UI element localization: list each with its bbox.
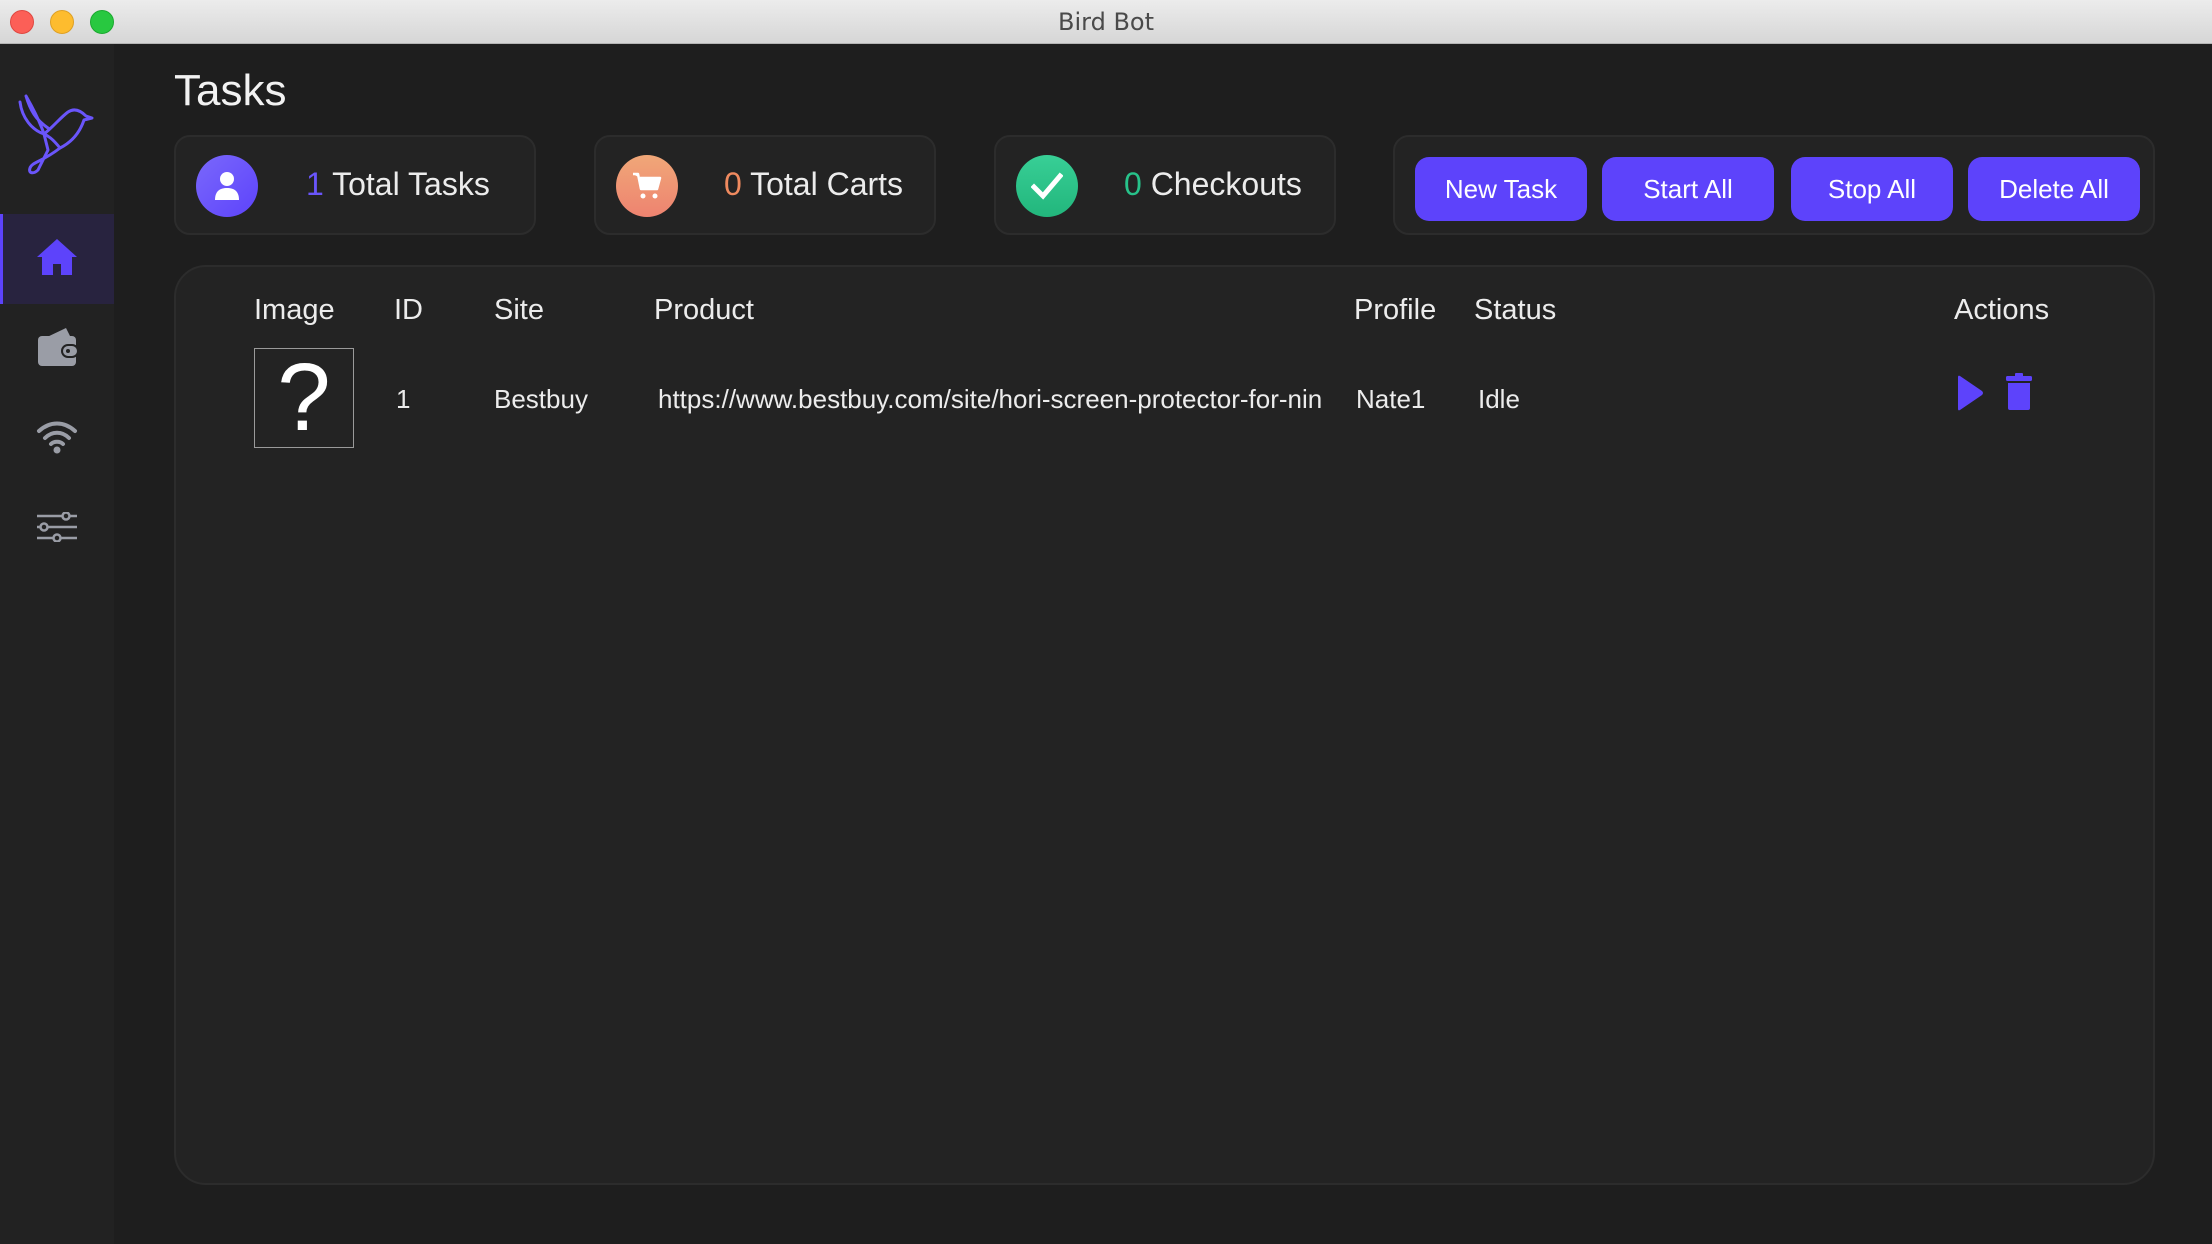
home-icon [36,237,78,282]
total-carts-stat: 0 Total Carts [724,166,903,203]
task-status: Idle [1478,384,1520,414]
play-icon [1956,375,1984,415]
task-actions-panel: New Task Start All Stop All Delete All [1393,135,2155,235]
delete-task-button[interactable] [2006,373,2032,416]
window-title: Bird Bot [1058,8,1154,36]
checkouts-count: 0 [1124,166,1142,202]
column-header-actions: Actions [1954,294,2050,326]
user-icon [196,155,258,217]
delete-all-button[interactable]: Delete All [1968,157,2140,221]
wallet-icon [36,326,79,373]
column-header-image: Image [254,294,335,326]
new-task-button[interactable]: New Task [1415,157,1587,221]
question-mark-icon: ? [277,344,331,451]
trash-icon [2006,373,2032,415]
task-product-url: https://www.bestbuy.com/site/hori-screen… [658,384,1323,414]
sidebar-item-proxies[interactable] [0,394,114,484]
check-icon [1016,155,1078,217]
sidebar-item-home[interactable] [0,214,114,304]
stat-card-total-tasks: 1 Total Tasks [174,135,536,235]
column-header-status: Status [1474,294,1557,326]
stat-card-total-carts: 0 Total Carts [594,135,936,235]
app-window: Bird Bot Tasks 1 Total Tasks 0 Total Car… [0,0,2212,1244]
total-carts-count: 0 [724,166,742,202]
task-profile: Nate1 [1356,384,1426,414]
bird-logo-icon [14,88,94,178]
stop-all-button[interactable]: Stop All [1791,157,1953,221]
sliders-icon [36,510,78,547]
sidebar-item-settings[interactable] [0,484,114,574]
start-all-button[interactable]: Start All [1602,157,1774,221]
start-task-button[interactable] [1956,375,1984,416]
total-tasks-label: Total Tasks [332,166,490,202]
product-image-placeholder: ? [254,348,354,448]
column-header-profile: Profile [1354,294,1437,326]
task-site: Bestbuy [494,384,588,414]
checkouts-stat: 0 Checkouts [1124,166,1302,203]
column-header-id: ID [394,294,423,326]
column-header-site: Site [494,294,544,326]
checkouts-label: Checkouts [1150,166,1302,202]
cart-icon [616,155,678,217]
total-tasks-count: 1 [306,166,324,202]
wifi-icon [36,420,78,459]
title-bar: Bird Bot [0,0,2212,44]
total-carts-label: Total Carts [750,166,904,202]
tasks-table: Image ID Site Product Profile Status Act… [174,265,2155,1185]
column-header-product: Product [654,294,754,326]
total-tasks-stat: 1 Total Tasks [306,166,490,203]
sidebar-item-profiles[interactable] [0,304,114,394]
stat-card-checkouts: 0 Checkouts [994,135,1336,235]
page-title: Tasks [174,66,287,115]
sidebar [0,44,114,1244]
task-id: 1 [396,384,411,414]
